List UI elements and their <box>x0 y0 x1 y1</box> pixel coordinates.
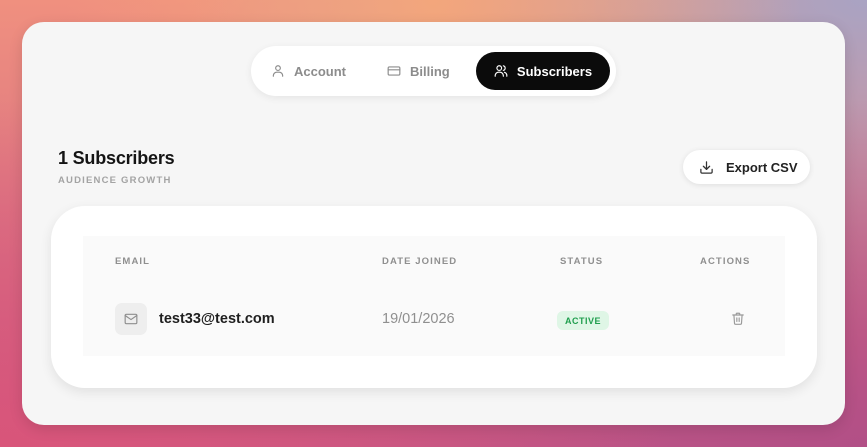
email-avatar <box>115 303 147 335</box>
download-icon <box>700 160 713 174</box>
delete-subscriber-button[interactable] <box>729 308 747 328</box>
export-csv-button[interactable]: Export CSV <box>683 150 810 184</box>
page-title: 1 Subscribers <box>58 148 175 168</box>
subscriber-date-joined: 19/01/2026 <box>382 311 455 327</box>
settings-card: Account Billing Subscribers 1 Subscriber… <box>22 22 845 425</box>
users-icon <box>494 65 508 77</box>
trash-icon <box>732 312 744 325</box>
table-row: test33@test.com 19/01/2026 ACTIVE <box>83 296 785 344</box>
column-header-actions: ACTIONS <box>700 256 751 267</box>
tab-billing[interactable]: Billing <box>387 52 477 90</box>
credit-card-icon <box>387 66 401 76</box>
column-header-date-joined: DATE JOINED <box>382 256 458 267</box>
tab-subscribers[interactable]: Subscribers <box>476 52 610 90</box>
tab-subscribers-label: Subscribers <box>516 63 593 79</box>
subscribers-table: EMAIL DATE JOINED STATUS ACTIONS test33@… <box>83 236 785 356</box>
tab-account[interactable]: Account <box>271 52 371 90</box>
user-icon <box>272 65 284 77</box>
export-csv-label: Export CSV <box>726 159 798 175</box>
status-badge: ACTIVE <box>557 311 610 330</box>
subscribers-table-panel: EMAIL DATE JOINED STATUS ACTIONS test33@… <box>51 206 817 388</box>
tab-bar: Account Billing Subscribers <box>251 46 616 96</box>
column-header-status: STATUS <box>560 256 604 267</box>
tab-account-label: Account <box>294 63 346 79</box>
mail-icon <box>124 313 138 325</box>
page-subtitle: AUDIENCE GROWTH <box>58 175 172 186</box>
subscriber-email: test33@test.com <box>159 311 275 327</box>
tab-billing-label: Billing <box>410 63 450 79</box>
column-header-email: EMAIL <box>115 256 151 267</box>
